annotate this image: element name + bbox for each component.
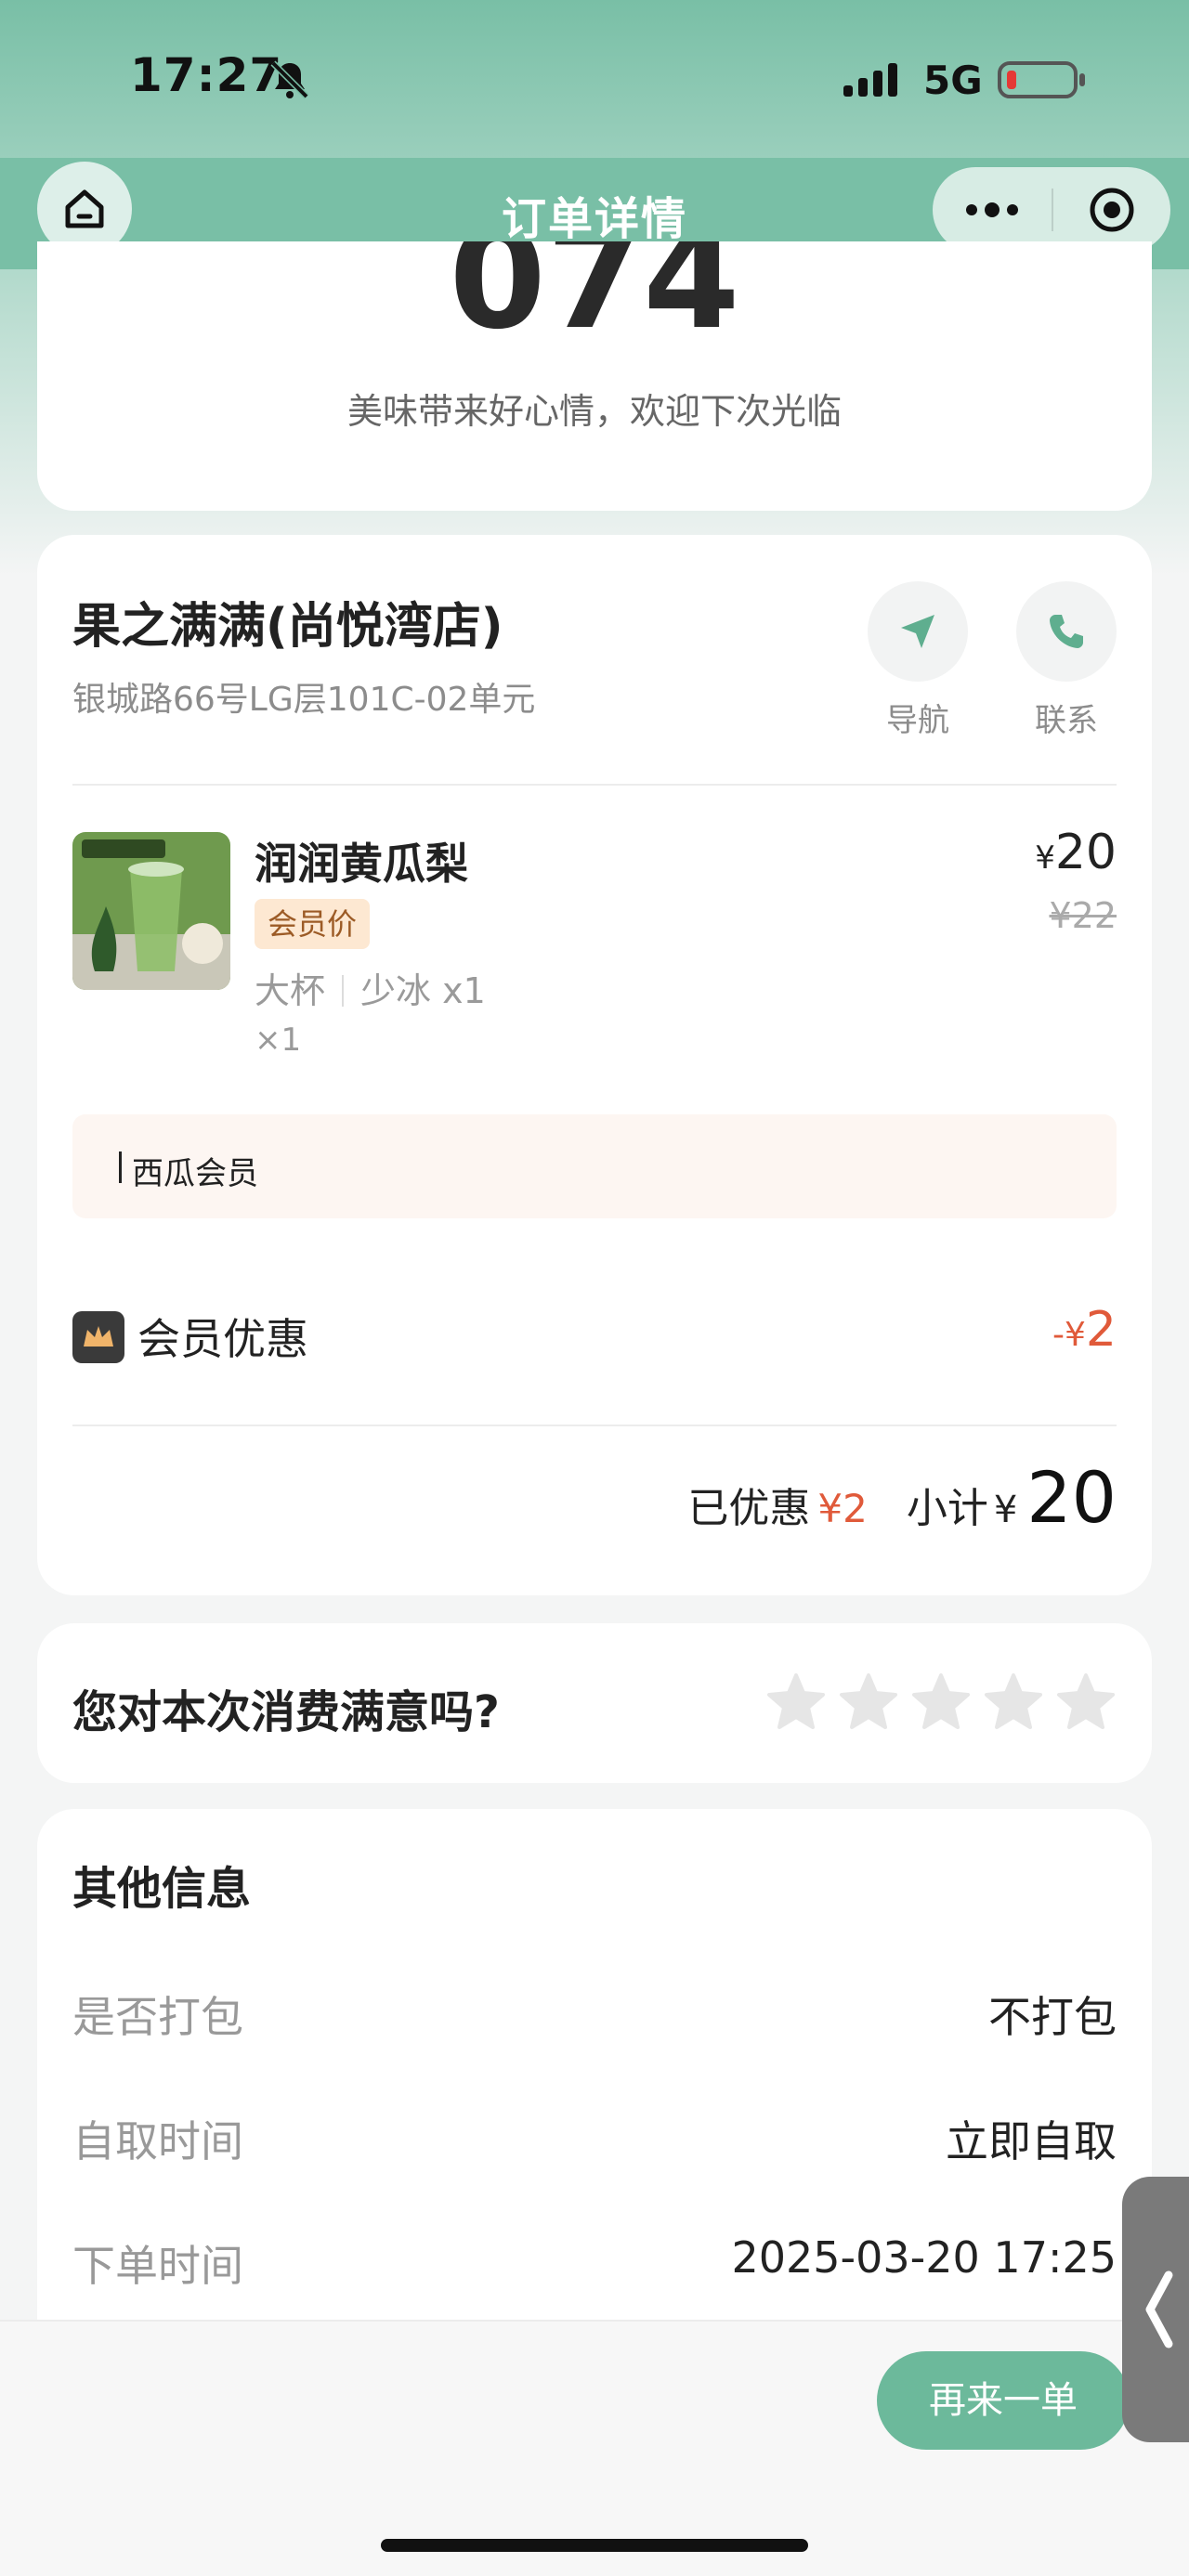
member-box: 西瓜会员	[72, 1114, 1117, 1218]
navigate-label: 导航	[886, 702, 949, 739]
info-row-order-time: 下单时间 2025-03-20 17:25	[72, 2232, 1117, 2291]
target-close-icon	[1090, 188, 1134, 232]
product-name: 润润黄瓜梨	[255, 839, 468, 889]
info-value: 立即自取	[946, 2116, 1117, 2166]
pickup-slogan: 美味带来好心情，欢迎下次光临	[346, 391, 842, 432]
chevron-left-icon	[1145, 2270, 1173, 2348]
crown-icon	[72, 1311, 124, 1363]
product-size: 大杯	[255, 970, 326, 1011]
discount-currency: ¥	[1065, 1316, 1086, 1354]
info-value: 2025-03-20 17:25	[731, 2232, 1117, 2283]
product-price: ¥20	[1035, 825, 1117, 880]
battery-icon	[998, 61, 1085, 98]
product-quantity: ×1	[255, 1021, 302, 1059]
star-icon[interactable]	[1055, 1672, 1117, 1733]
info-key: 是否打包	[72, 1992, 243, 2042]
member-discount-value: -¥2	[1052, 1302, 1117, 1358]
member-discount-label: 会员优惠	[137, 1314, 308, 1364]
rating-stars	[765, 1672, 1117, 1733]
star-icon[interactable]	[983, 1672, 1044, 1733]
pickup-number: 074	[449, 241, 740, 360]
other-info-card: 其他信息 是否打包 不打包 自取时间 立即自取 下单时间 2025-03-20 …	[37, 1809, 1152, 2329]
side-collapse-tab[interactable]	[1122, 2177, 1189, 2442]
store-address: 银城路66号LG层101C-02单元	[72, 681, 536, 719]
info-key: 自取时间	[72, 2116, 243, 2166]
star-icon[interactable]	[910, 1672, 972, 1733]
contact-label: 联系	[1035, 702, 1098, 739]
price-currency: ¥	[1035, 839, 1055, 877]
star-icon[interactable]	[765, 1672, 827, 1733]
signal-icon	[843, 63, 897, 97]
price-value: 20	[1054, 825, 1117, 880]
status-bar: 17:27 5G	[0, 0, 1189, 158]
mini-program-capsule	[933, 167, 1170, 253]
rating-card: 您对本次消费满意吗?	[37, 1623, 1152, 1783]
rating-question: 您对本次消费满意吗?	[72, 1686, 500, 1738]
star-icon[interactable]	[838, 1672, 899, 1733]
spec-divider	[342, 975, 345, 1007]
info-row-pickup-time: 自取时间 立即自取	[72, 2108, 1117, 2166]
saved-label: 已优惠	[687, 1485, 811, 1532]
info-key: 下单时间	[72, 2241, 243, 2291]
phone-icon	[1050, 615, 1083, 648]
other-info-title: 其他信息	[72, 1863, 252, 1915]
info-value: 不打包	[988, 1992, 1117, 2042]
order-card: 果之满满(尚悦湾店) 银城路66号LG层101C-02单元 导航 联系 润润黄瓜…	[37, 535, 1152, 1595]
more-button[interactable]	[933, 167, 1052, 253]
saved-value: ¥2	[817, 1486, 868, 1531]
reorder-button[interactable]: 再来一单	[877, 2351, 1130, 2450]
subtotal-label: 小计	[906, 1485, 988, 1532]
discount-sign: -	[1052, 1316, 1065, 1354]
product-image	[72, 832, 230, 990]
member-box-label: 西瓜会员	[132, 1155, 258, 1192]
store-name: 果之满满(尚悦湾店)	[72, 599, 503, 655]
contact-button[interactable]: 联系	[1016, 581, 1117, 740]
navigate-button[interactable]: 导航	[868, 581, 968, 740]
product-spec: 大杯 少冰 x1	[255, 962, 486, 1013]
member-price-tag: 会员价	[255, 899, 371, 949]
discount-amount: 2	[1085, 1302, 1117, 1358]
member-box-bar	[119, 1151, 122, 1183]
product-original-price: ¥22	[1049, 895, 1117, 936]
more-dots-icon	[966, 202, 1018, 217]
subtotal-value: 20	[1026, 1456, 1117, 1539]
product-ice: 少冰 x1	[360, 970, 486, 1011]
close-mini-program-button[interactable]	[1053, 167, 1170, 253]
status-time: 17:27	[130, 48, 283, 102]
order-summary: 已优惠 ¥2 小计 ¥ 20	[687, 1456, 1117, 1539]
subtotal-currency: ¥	[993, 1489, 1018, 1531]
divider	[72, 1425, 1117, 1426]
pickup-card: 074 美味带来好心情，欢迎下次光临	[37, 241, 1152, 511]
navigation-arrow-icon	[901, 615, 934, 648]
bell-muted-icon	[270, 60, 309, 99]
home-indicator	[381, 2539, 808, 2552]
divider	[72, 784, 1117, 786]
info-row-packaging: 是否打包 不打包	[72, 1984, 1117, 2042]
network-type: 5G	[923, 58, 983, 103]
